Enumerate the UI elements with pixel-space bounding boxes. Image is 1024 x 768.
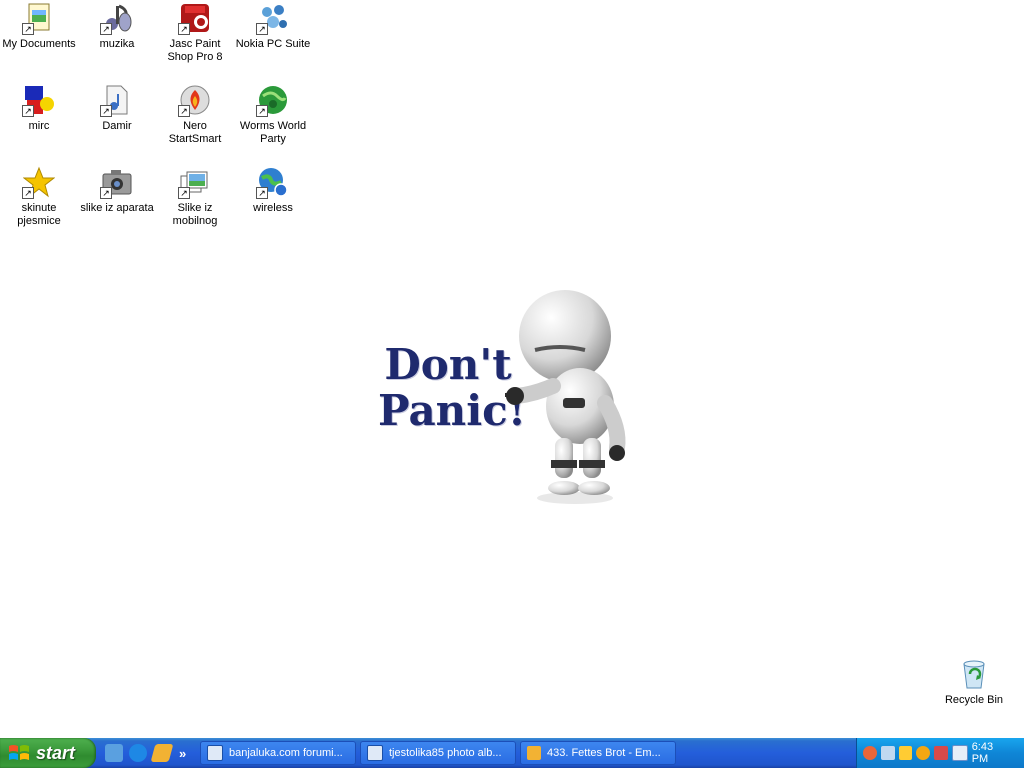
desktop-icon-recycle-bin[interactable]: Recycle Bin bbox=[935, 656, 1013, 707]
icon-label: Nokia PC Suite bbox=[235, 38, 311, 50]
icon-label: slike iz aparata bbox=[80, 202, 154, 214]
network-icon[interactable] bbox=[880, 746, 895, 760]
task-title: tjestolika85 photo alb... bbox=[389, 747, 502, 759]
music-file-icon: ↗ bbox=[100, 84, 133, 117]
clock[interactable]: 6:43 PM bbox=[972, 741, 1012, 765]
recycle-bin-icon bbox=[958, 658, 990, 690]
desktop-icon-skinute-pjesmice[interactable]: ↗ skinute pjesmice bbox=[0, 164, 78, 228]
desktop: ↗ My Documents ↗ muzika ↗ Jasc Paint Sho… bbox=[0, 0, 1024, 738]
quick-launch-browser-icon[interactable] bbox=[105, 744, 123, 762]
task-title: banjaluka.com forumi... bbox=[229, 747, 343, 759]
paint-shop-pro-icon: ↗ bbox=[178, 2, 211, 35]
desktop-icon-slike-iz-aparata[interactable]: ↗ slike iz aparata bbox=[78, 164, 156, 215]
windows-logo-icon bbox=[9, 745, 29, 760]
desktop-icon-paint-shop-pro[interactable]: ↗ Jasc Paint Shop Pro 8 bbox=[156, 0, 234, 64]
icon-label: skinute pjesmice bbox=[17, 202, 61, 227]
mirc-icon: ↗ bbox=[22, 84, 55, 117]
star-icon: ↗ bbox=[22, 166, 56, 199]
camera-icon: ↗ bbox=[100, 166, 133, 199]
ie-page-icon bbox=[207, 745, 223, 761]
icon-label: Worms World Party bbox=[239, 120, 307, 145]
desktop-icon-worms-world-party[interactable]: ↗ Worms World Party bbox=[234, 82, 312, 146]
icon-label: wireless bbox=[253, 202, 293, 214]
wireless-globe-icon: ↗ bbox=[256, 166, 289, 199]
icon-label: Jasc Paint Shop Pro 8 bbox=[167, 38, 223, 63]
globe-worm-icon: ↗ bbox=[256, 84, 289, 117]
show-hidden-icons-chevron-icon[interactable] bbox=[863, 746, 877, 760]
photos-icon: ↗ bbox=[178, 166, 211, 199]
desktop-icon-nokia-pc-suite[interactable]: ↗ Nokia PC Suite bbox=[234, 0, 312, 51]
icon-label: Nero StartSmart bbox=[168, 120, 222, 145]
speaker-music-icon: ↗ bbox=[100, 2, 133, 35]
my-documents-icon: ↗ bbox=[22, 2, 55, 35]
task-button-banjaluka[interactable]: banjaluka.com forumi... bbox=[200, 741, 356, 765]
wallpaper-text-line1: Don't bbox=[384, 340, 512, 389]
quick-launch-internet-explorer-icon[interactable] bbox=[129, 744, 147, 762]
desktop-icon-mirc[interactable]: ↗ mirc bbox=[0, 82, 78, 133]
start-label: start bbox=[36, 742, 76, 763]
icon-label: My Documents bbox=[2, 38, 76, 50]
system-tray: 6:43 PM bbox=[856, 738, 1024, 768]
task-button-photo-album[interactable]: tjestolika85 photo alb... bbox=[360, 741, 516, 765]
robot-wallpaper-image bbox=[505, 290, 626, 504]
icon-label: Damir bbox=[102, 120, 132, 132]
antivirus-icon[interactable] bbox=[916, 746, 931, 760]
task-button-fettes-brot[interactable]: 433. Fettes Brot - Em... bbox=[520, 741, 676, 765]
taskbar: start » banjaluka.com forumi... tjestoli… bbox=[0, 738, 1024, 768]
icon-label: Slike iz mobilnog bbox=[172, 202, 218, 227]
desktop-icon-muzika[interactable]: ↗ muzika bbox=[78, 0, 156, 51]
winamp-icon bbox=[527, 746, 541, 760]
quick-launch-more-button[interactable]: » bbox=[179, 746, 186, 761]
nero-flame-icon: ↗ bbox=[178, 84, 211, 117]
wallpaper-text-line2: Panic! bbox=[378, 386, 527, 435]
task-title: 433. Fettes Brot - Em... bbox=[547, 747, 661, 759]
desktop-icon-damir[interactable]: ↗ Damir bbox=[78, 82, 156, 133]
icon-label: mirc bbox=[28, 120, 50, 132]
desktop-icon-my-documents[interactable]: ↗ My Documents bbox=[0, 0, 78, 51]
wallpaper-text: Don't Panic! bbox=[378, 340, 527, 435]
messenger-icon[interactable] bbox=[934, 746, 948, 760]
mail-icon[interactable] bbox=[951, 745, 968, 761]
quick-launch-winamp-icon[interactable] bbox=[150, 744, 174, 762]
icon-label: Recycle Bin bbox=[944, 694, 1004, 706]
start-button[interactable]: start bbox=[0, 738, 96, 768]
quick-launch: » bbox=[105, 744, 186, 762]
desktop-icon-wireless[interactable]: ↗ wireless bbox=[234, 164, 312, 215]
security-warning-icon[interactable] bbox=[898, 746, 913, 760]
desktop-icon-slike-iz-mobilnog[interactable]: ↗ Slike iz mobilnog bbox=[156, 164, 234, 228]
ie-page-icon bbox=[367, 745, 383, 761]
icon-label: muzika bbox=[99, 38, 135, 50]
desktop-icon-nero-startsmart[interactable]: ↗ Nero StartSmart bbox=[156, 82, 234, 146]
nokia-pc-suite-icon: ↗ bbox=[256, 2, 289, 35]
